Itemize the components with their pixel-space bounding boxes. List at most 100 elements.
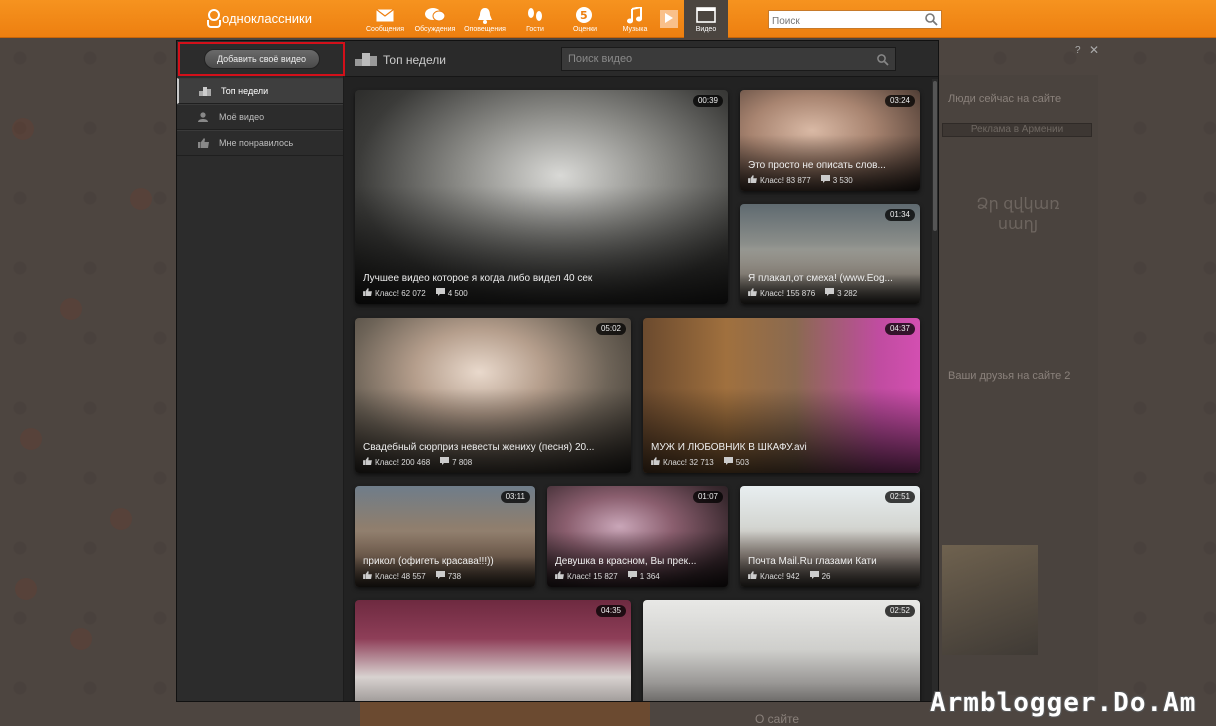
watermark: Armblogger.Do.Am (930, 688, 1197, 718)
thumbs-up-icon (748, 571, 757, 581)
decor-bone-icon (70, 628, 92, 650)
video-title[interactable]: Девушка в красном, Вы прек... (555, 556, 720, 567)
video-duration: 00:39 (692, 95, 723, 107)
video-card[interactable]: 02:51 Почта Mail.Ru глазами Кати Класс! … (740, 486, 920, 587)
video-comments: 738 (435, 571, 461, 581)
video-header: Топ недели ? ✕ (345, 41, 1099, 77)
video-sidebar: Добавить своё видео Топ недели Моё видео… (177, 41, 345, 701)
sidebar-item-liked[interactable]: Мне понравилось (177, 130, 343, 156)
user-icon (197, 112, 209, 122)
video-search-box (561, 47, 896, 71)
nav-notifications[interactable]: Оповещения (460, 0, 510, 38)
nav-music[interactable]: Музыка (610, 0, 660, 38)
video-card[interactable]: 03:24 Это просто не описать слов... Клас… (740, 90, 920, 191)
scrollbar-thumb[interactable] (933, 81, 937, 231)
chat-bubbles-icon (425, 6, 445, 24)
video-grid: 00:39 Лучшее видео которое я когда либо … (345, 78, 930, 701)
video-card[interactable]: 05:02 Свадебный сюрприз невесты жениху (… (355, 318, 631, 473)
ok-logo-icon (206, 9, 221, 28)
add-video-highlight: Добавить своё видео (178, 42, 345, 76)
sidebar-item-my-video[interactable]: Моё видео (177, 104, 343, 130)
music-play-button[interactable] (660, 10, 678, 28)
podium-icon (199, 86, 211, 96)
comment-icon (440, 457, 450, 467)
video-comments: 26 (809, 571, 830, 581)
video-duration: 03:24 (884, 95, 915, 107)
add-video-button[interactable]: Добавить своё видео (203, 49, 320, 69)
decor-leaf-icon (110, 508, 132, 530)
decor-bone-icon (60, 298, 82, 320)
video-duration: 01:34 (884, 209, 915, 221)
video-duration: 04:35 (595, 605, 626, 617)
video-likes: Класс! 62 072 (363, 288, 426, 298)
svg-text:5: 5 (580, 9, 588, 22)
nav-guests[interactable]: Гости (510, 0, 560, 38)
video-likes: Класс! 48 557 (363, 571, 426, 581)
video-title[interactable]: Почта Mail.Ru глазами Кати (748, 556, 912, 567)
comment-icon (435, 571, 445, 581)
nav-discussions[interactable]: Обсуждения (410, 0, 460, 38)
ad-text-block: Ձր զվկառ սաղյ (976, 196, 1060, 233)
brand-name: одноклассники (222, 10, 312, 26)
video-thumbnail (355, 600, 631, 701)
play-icon (665, 10, 673, 28)
thumbs-up-icon (651, 457, 660, 467)
search-icon[interactable] (877, 53, 889, 71)
background-left-decor (0, 38, 176, 726)
top-search-box (768, 10, 942, 31)
video-card[interactable]: 00:39 Лучшее видео которое я когда либо … (355, 90, 728, 304)
video-duration: 02:51 (884, 491, 915, 503)
video-duration: 03:11 (500, 491, 530, 503)
nav-ratings[interactable]: 5 Оценки (560, 0, 610, 38)
video-thumbnail (643, 600, 920, 701)
video-duration: 01:07 (692, 491, 723, 503)
nav-video[interactable]: Видео (684, 0, 728, 38)
background-ad-image (942, 545, 1038, 655)
close-icon[interactable]: ✕ (1089, 43, 1099, 57)
decor-ladybug-icon (15, 578, 37, 600)
video-title[interactable]: Свадебный сюрприз невесты жениху (песня)… (363, 442, 623, 453)
video-title[interactable]: прикол (офигеть красава!!!)) (363, 556, 527, 567)
video-likes: Класс! 83 877 (748, 175, 811, 185)
video-menu: Топ недели Моё видео Мне понравилось (177, 78, 343, 156)
help-button[interactable]: ? (1075, 45, 1081, 56)
video-likes: Класс! 155 876 (748, 288, 815, 298)
video-likes: Класс! 32 713 (651, 457, 714, 467)
thumbs-up-icon (363, 571, 372, 581)
top-navigation-bar: одноклассники Сообщения Обсуждения Опове… (0, 0, 1216, 38)
sidebar-item-label: Топ недели (221, 86, 269, 96)
rating-5-icon: 5 (575, 6, 595, 24)
site-logo[interactable]: одноклассники (206, 9, 312, 28)
video-duration: 04:37 (884, 323, 915, 335)
nav-messages[interactable]: Сообщения (360, 0, 410, 38)
video-card[interactable]: 02:52 (643, 600, 920, 701)
video-likes: Класс! 942 (748, 571, 800, 581)
video-likes: Класс! 200 468 (363, 457, 430, 467)
video-scrollbar[interactable] (932, 79, 938, 699)
thumbs-up-icon (748, 175, 757, 185)
comment-icon (809, 571, 819, 581)
video-title[interactable]: Это просто не описать слов... (748, 160, 912, 171)
main-nav: Сообщения Обсуждения Оповещения Гости 5 … (360, 0, 728, 38)
video-title[interactable]: Я плакал,от смеха! (www.Eog... (748, 273, 912, 284)
sidebar-item-label: Моё видео (219, 112, 265, 122)
video-title[interactable]: МУЖ И ЛЮБОВНИК В ШКАФУ.avi (651, 442, 912, 453)
sidebar-item-top-week[interactable]: Топ недели (177, 78, 343, 104)
top-search-input[interactable] (769, 13, 919, 30)
comment-icon (435, 288, 445, 298)
video-search-input[interactable] (562, 48, 862, 70)
video-card[interactable]: 03:11 прикол (офигеть красава!!!)) Класс… (355, 486, 535, 587)
search-icon[interactable] (925, 13, 938, 31)
ad-label: Реклама в Армении (942, 123, 1092, 137)
video-title[interactable]: Лучшее видео которое я когда либо видел … (363, 273, 720, 284)
video-comments: 4 500 (435, 288, 468, 298)
thumbs-up-icon (363, 457, 372, 467)
video-card[interactable]: 01:34 Я плакал,от смеха! (www.Eog... Кла… (740, 204, 920, 304)
thumbs-up-icon (748, 288, 757, 298)
video-card[interactable]: 01:07 Девушка в красном, Вы прек... Клас… (547, 486, 728, 587)
video-card[interactable]: 04:35 (355, 600, 631, 701)
friends-online-label: Ваши друзья на сайте 2 (948, 370, 1071, 382)
video-comments: 3 282 (825, 288, 857, 298)
video-comments: 3 530 (820, 175, 853, 185)
video-card[interactable]: 04:37 МУЖ И ЛЮБОВНИК В ШКАФУ.avi Класс! … (643, 318, 920, 473)
